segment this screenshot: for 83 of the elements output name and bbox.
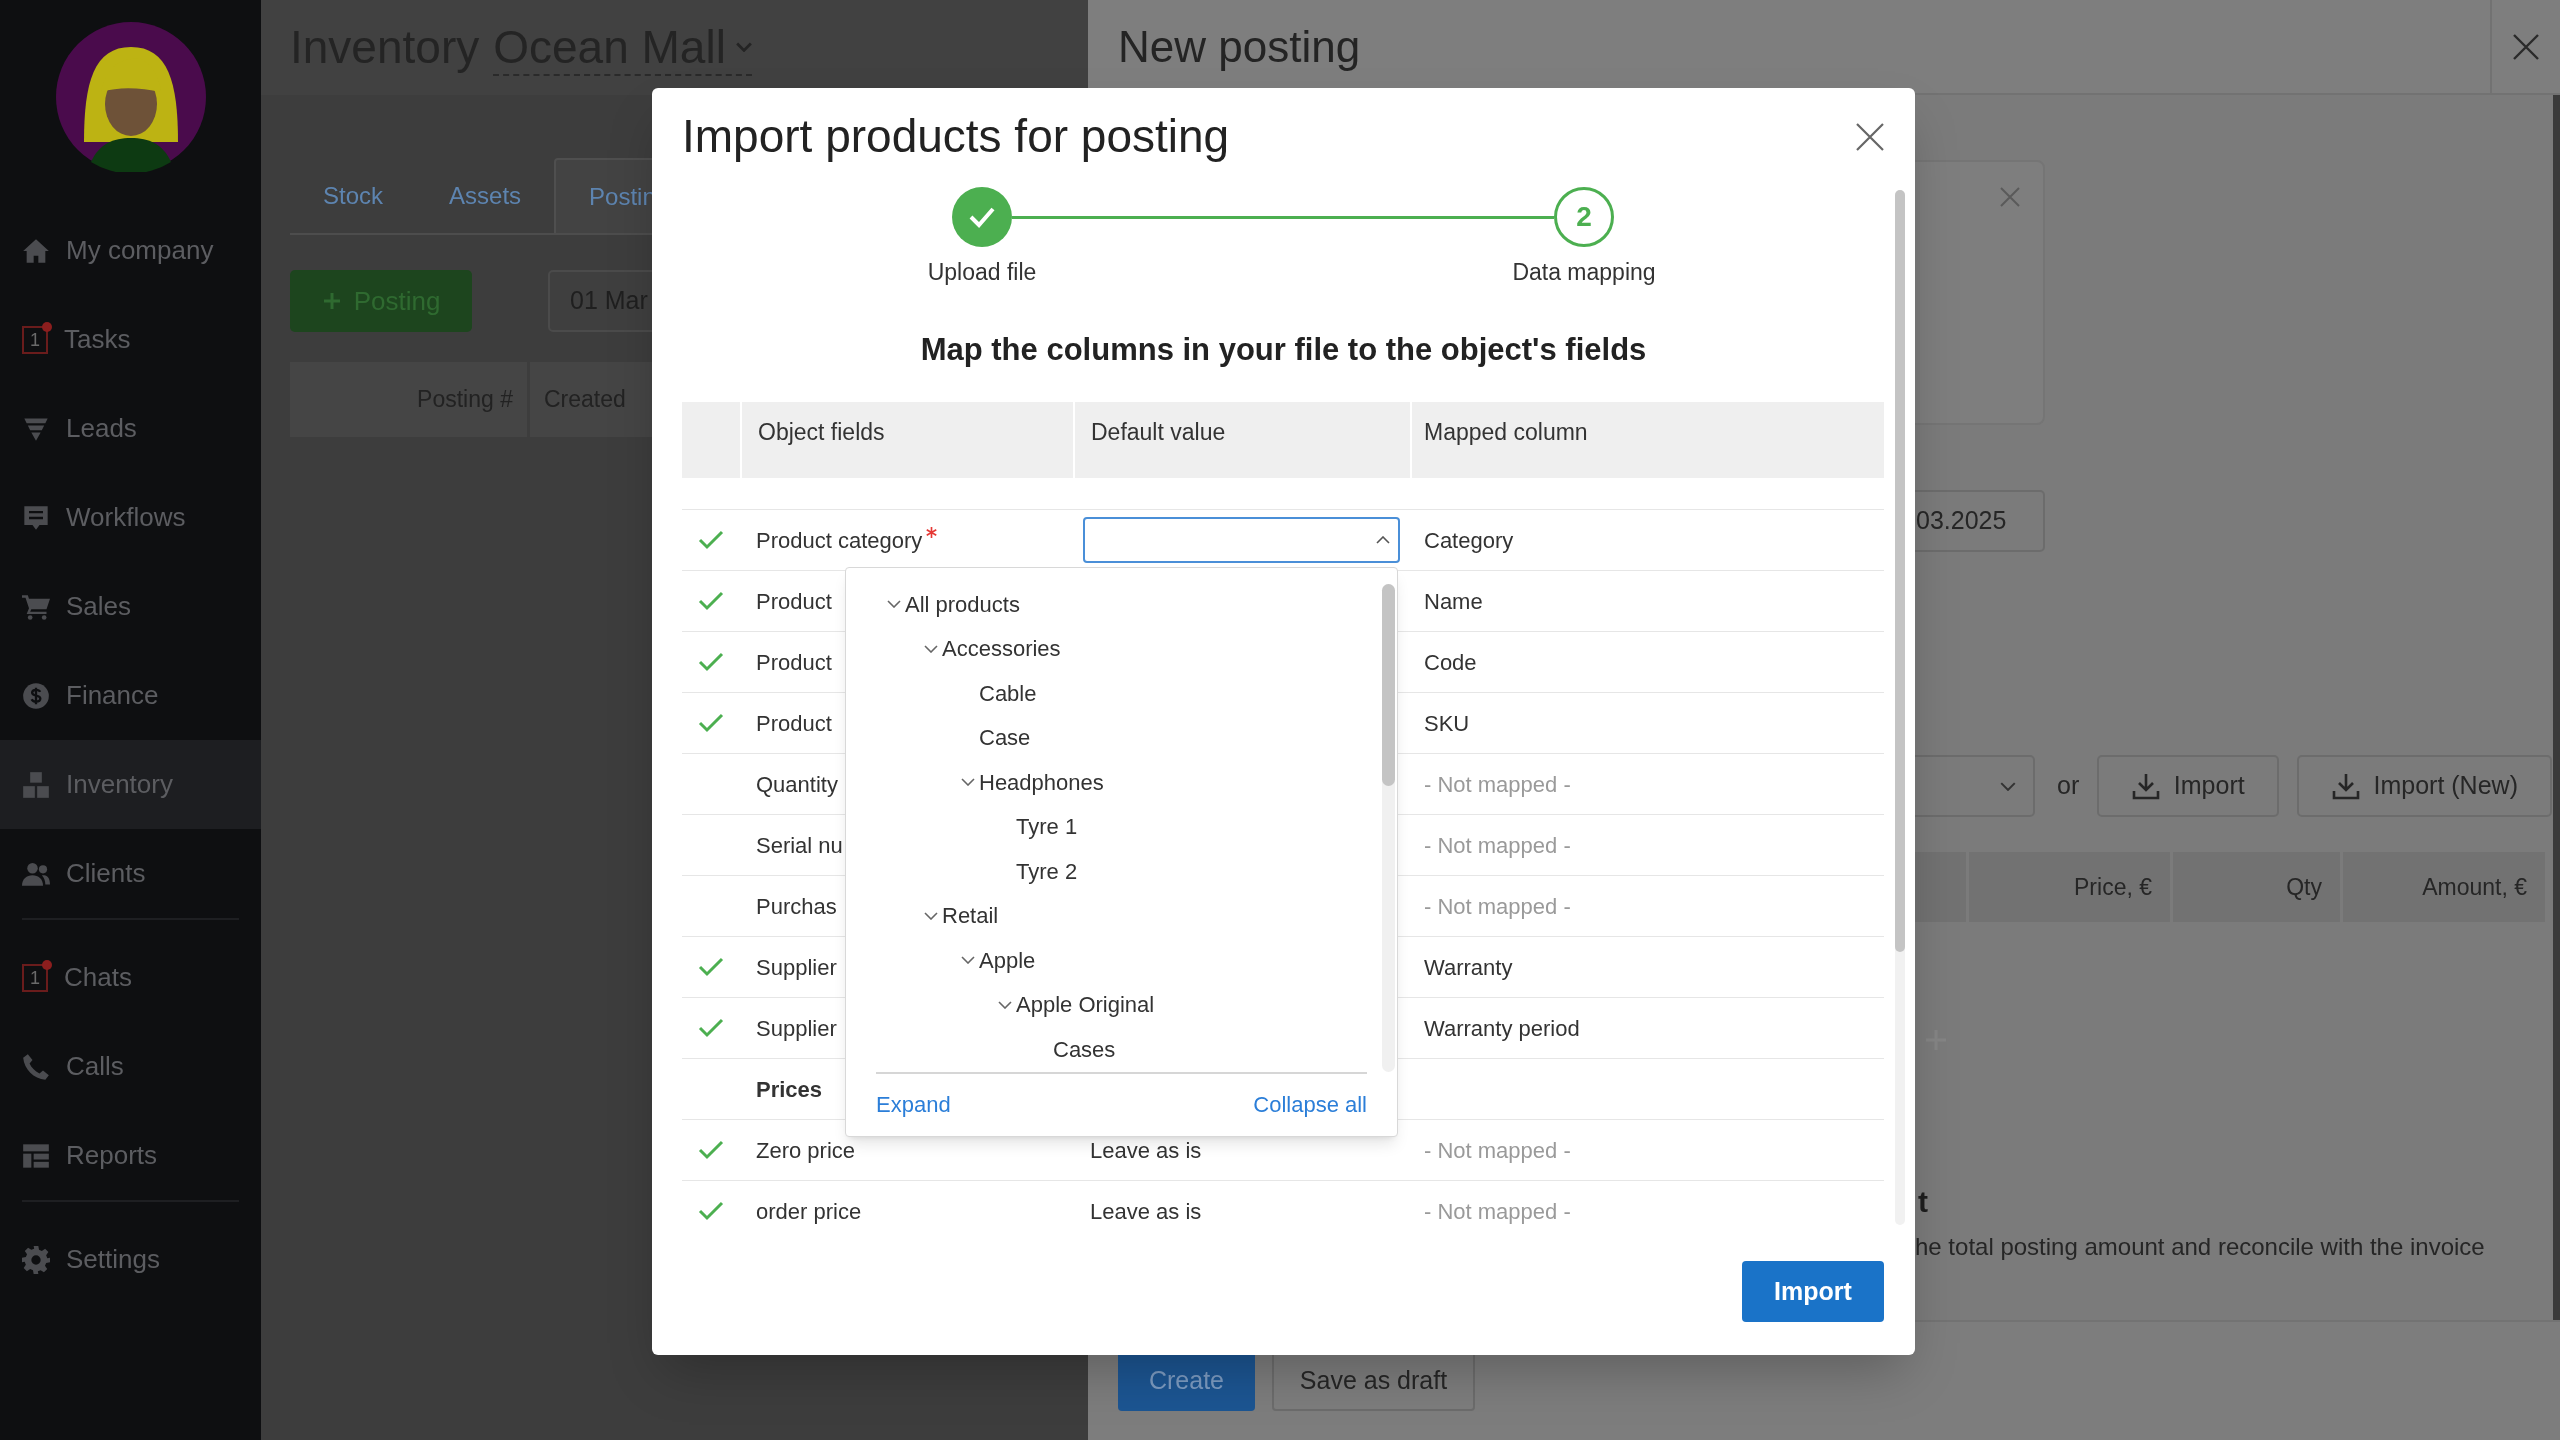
column-header: Amount, €: [2343, 852, 2545, 922]
mapped-column: - Not mapped -: [1412, 828, 1571, 862]
default-value: Leave as is: [1089, 1136, 1202, 1165]
field-label: Zero price: [756, 1136, 856, 1165]
section-heading: t: [1918, 1184, 1928, 1220]
chevron-down-icon[interactable]: [961, 778, 975, 787]
chevron-up-icon: [1376, 536, 1390, 544]
import-button[interactable]: Import: [2097, 755, 2280, 817]
expand-link[interactable]: Expand: [876, 1088, 951, 1121]
mapped-column: Warranty period: [1412, 1011, 1580, 1045]
mapped-column: - Not mapped -: [1412, 1194, 1571, 1228]
phone-icon: [22, 1052, 50, 1081]
close-icon[interactable]: [1855, 122, 1885, 152]
plus-icon: [321, 291, 342, 311]
field-label: Serial nu: [756, 831, 843, 860]
dollar-icon: [22, 681, 50, 710]
close-icon: [2512, 32, 2540, 61]
category-select[interactable]: [1083, 517, 1400, 563]
sidebar-item[interactable]: Inventory: [0, 740, 261, 829]
field-label: Product: [756, 587, 832, 616]
tree-item[interactable]: Cable: [846, 671, 1037, 716]
chevron-down-icon[interactable]: [924, 911, 938, 920]
chevron-down-icon[interactable]: [887, 600, 901, 609]
column-header: Mapped column: [1412, 402, 1884, 478]
cart-icon: [22, 592, 50, 621]
tree-item[interactable]: Cases: [846, 1027, 1116, 1072]
mapped-column: Code: [1412, 645, 1477, 679]
mapped-column: - Not mapped -: [1412, 1133, 1571, 1167]
scrollbar[interactable]: [1895, 190, 1905, 1225]
download-icon: [2131, 772, 2160, 800]
gear-icon: [22, 1245, 50, 1274]
tree-item[interactable]: Retail: [846, 893, 999, 938]
tree-item[interactable]: Apple: [846, 938, 1036, 983]
tree-item[interactable]: All products: [846, 582, 1020, 627]
field-label: Product: [756, 709, 832, 738]
chevron-down-icon[interactable]: [998, 1000, 1012, 1009]
chevron-down-icon: [2000, 781, 2016, 791]
download-icon: [2331, 772, 2360, 800]
tree-item[interactable]: Accessories: [846, 626, 1061, 671]
tree-item[interactable]: Tyre 1: [846, 804, 1078, 849]
field-label: Product: [756, 648, 832, 677]
column-header: Default value: [1075, 402, 1410, 478]
column-header: Object fields: [742, 402, 1073, 478]
mapped-column: - Not mapped -: [1412, 767, 1571, 801]
tree-item[interactable]: Case: [846, 715, 1031, 760]
field-label: Product category: [756, 526, 923, 555]
import-button[interactable]: Import (New): [2297, 755, 2553, 817]
hint-text: he total posting amount and reconcile with the invoice: [1915, 1232, 2485, 1262]
column-header: Qty: [2173, 852, 2340, 922]
scrollbar[interactable]: [2553, 95, 2560, 1320]
section-heading: Map the columns in your file to the object's fields: [919, 334, 1648, 366]
card-icon: [22, 503, 50, 532]
scrollbar[interactable]: [1382, 584, 1395, 1072]
field-label: Supplier: [756, 1014, 837, 1043]
chevron-down-icon[interactable]: [961, 956, 975, 965]
step-label: Data mapping: [1512, 258, 1656, 287]
tree-item[interactable]: Tyre 2: [846, 849, 1078, 894]
column-header: Price, €: [1969, 852, 2170, 922]
mapped-column: Name: [1412, 584, 1483, 618]
tree-item[interactable]: Headphones: [846, 760, 1104, 805]
mapped-column: Warranty: [1412, 950, 1513, 984]
table-icon: [22, 1141, 50, 1170]
section-label: Prices: [756, 1075, 823, 1104]
mapped-column: Category: [1412, 523, 1514, 557]
collapse-all-link[interactable]: Collapse all: [1253, 1088, 1367, 1121]
boxes-icon: [22, 770, 50, 799]
panel-title: New posting: [1117, 20, 1362, 73]
check-icon: [968, 206, 996, 228]
mapped-column: SKU: [1412, 706, 1470, 740]
default-value: Leave as is: [1089, 1197, 1202, 1226]
step-label: Upload file: [927, 258, 1037, 287]
import-button[interactable]: Import: [1742, 1261, 1884, 1322]
mapped-column: - Not mapped -: [1412, 889, 1571, 923]
or-label: or: [2057, 770, 2080, 802]
field-label: order price: [756, 1197, 862, 1226]
tab[interactable]: Assets: [416, 158, 555, 233]
tree-item[interactable]: Apple Original: [846, 982, 1155, 1027]
chevron-down-icon: [735, 41, 752, 52]
tab[interactable]: Stock: [290, 158, 417, 233]
field-label: Purchas: [756, 892, 837, 921]
field-label: Quantity: [756, 770, 838, 799]
chevron-down-icon[interactable]: [924, 644, 938, 653]
field-label: Supplier: [756, 953, 837, 982]
